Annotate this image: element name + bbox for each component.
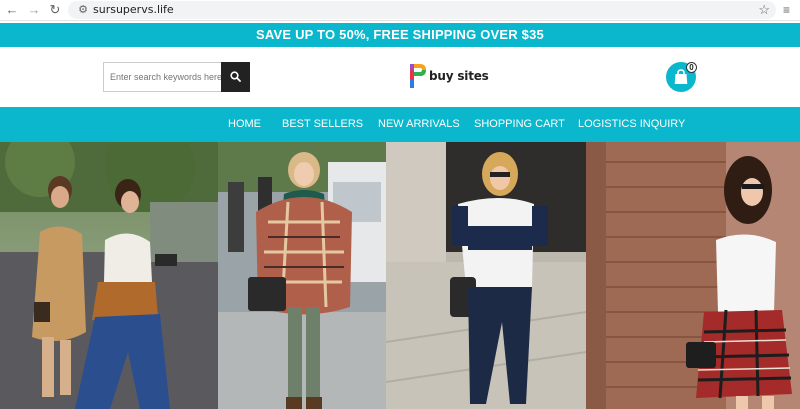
hero-image-striped-tee[interactable]: [386, 142, 586, 409]
hero-image-plaid-skirt[interactable]: [586, 142, 800, 409]
logo-text: buy sites: [429, 69, 489, 83]
nav-item-new-arrivals[interactable]: NEW ARRIVALS: [378, 107, 460, 142]
shopping-bag-icon: [674, 69, 688, 84]
logo-mark-icon: [410, 64, 426, 88]
playlist-icon[interactable]: ≡: [783, 2, 797, 18]
arrow-right-icon[interactable]: →: [26, 2, 42, 18]
arrow-left-icon[interactable]: ←: [4, 2, 20, 18]
nav-item-best-sellers[interactable]: BEST SELLERS: [282, 107, 363, 142]
address-bar[interactable]: ⚙ sursupervs.life ☆: [68, 1, 776, 19]
nav-item-home[interactable]: HOME: [228, 107, 261, 142]
browser-toolbar: ← → ↻ ⚙ sursupervs.life ☆ ≡: [0, 0, 800, 21]
site-header: buy sites 0: [0, 47, 800, 107]
main-nav: HOME BEST SELLERS NEW ARRIVALS SHOPPING …: [0, 107, 800, 142]
search-input[interactable]: [104, 63, 221, 91]
cart-count-badge: 0: [686, 62, 697, 73]
hero-image-plaid-poncho[interactable]: [218, 142, 386, 409]
star-icon[interactable]: ☆: [758, 2, 770, 18]
search-field-wrapper: [103, 62, 221, 92]
hero-banner[interactable]: [0, 142, 800, 409]
nav-item-shopping-cart[interactable]: SHOPPING CART: [474, 107, 565, 142]
hero-image-street-fashion[interactable]: [0, 142, 218, 409]
promo-banner: SAVE UP TO 50%, FREE SHIPPING OVER $35: [0, 23, 800, 47]
tune-icon[interactable]: ⚙: [76, 3, 90, 17]
search-icon: [230, 71, 241, 82]
url-text[interactable]: sursupervs.life: [93, 3, 174, 17]
search-button[interactable]: [221, 62, 250, 92]
reload-icon[interactable]: ↻: [47, 2, 63, 18]
nav-item-logistics-inquiry[interactable]: LOGISTICS INQUIRY: [578, 107, 685, 142]
promo-text: SAVE UP TO 50%, FREE SHIPPING OVER $35: [256, 27, 544, 42]
